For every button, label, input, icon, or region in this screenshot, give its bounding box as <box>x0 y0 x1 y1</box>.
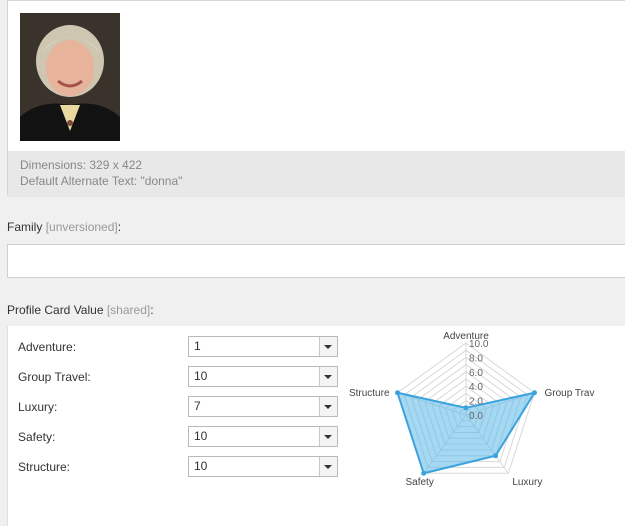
family-label-colon: : <box>117 220 122 234</box>
profile-photo[interactable] <box>20 13 120 141</box>
group-travel-value: 10 <box>194 369 208 383</box>
radar-category-label: Adventure <box>443 331 489 342</box>
profile-card-panel: Adventure: 1 Group Travel: 10 Luxury: 7 … <box>7 326 625 526</box>
radar-scale-label: 2.0 <box>469 397 483 408</box>
safety-label: Safety: <box>18 430 56 444</box>
family-unversioned-note: [unversioned] <box>45 220 118 234</box>
structure-label: Structure: <box>18 460 71 474</box>
group-travel-label: Group Travel: <box>18 370 91 384</box>
structure-select[interactable]: 10 <box>188 456 338 477</box>
radar-data-point <box>463 405 469 411</box>
safety-select[interactable]: 10 <box>188 426 338 447</box>
image-preview-panel: Dimensions: 329 x 422 Default Alternate … <box>7 0 625 197</box>
radar-data-point <box>493 453 499 459</box>
radar-data-point <box>531 390 537 396</box>
family-label-text: Family <box>7 220 43 234</box>
family-input[interactable] <box>7 244 625 278</box>
adventure-value: 1 <box>194 339 201 353</box>
radar-category-label: Structure <box>349 388 390 399</box>
radar-scale-label: 0.0 <box>469 411 483 422</box>
image-dimensions: Dimensions: 329 x 422 <box>20 158 143 172</box>
family-field-label: Family [unversioned]: <box>7 220 121 234</box>
radar-scale-label: 4.0 <box>469 382 483 393</box>
chevron-down-icon[interactable] <box>319 427 337 446</box>
adventure-select[interactable]: 1 <box>188 336 338 357</box>
luxury-value: 7 <box>194 399 201 413</box>
safety-value: 10 <box>194 429 208 443</box>
radar-scale-label: 8.0 <box>469 353 483 364</box>
profile-label-colon: : <box>150 303 154 317</box>
chevron-down-icon[interactable] <box>319 397 337 416</box>
group-travel-select[interactable]: 10 <box>188 366 338 387</box>
structure-value: 10 <box>194 459 208 473</box>
profile-shared-note: [shared] <box>106 303 151 317</box>
chevron-down-icon[interactable] <box>319 337 337 356</box>
adventure-label: Adventure: <box>18 340 77 354</box>
image-alt-text: Default Alternate Text: "donna" <box>20 174 183 188</box>
luxury-select[interactable]: 7 <box>188 396 338 417</box>
radar-category-label: Group Trav <box>544 388 594 399</box>
profile-label-text: Profile Card Value <box>7 303 104 317</box>
chevron-down-icon[interactable] <box>319 367 337 386</box>
profile-card-value-label: Profile Card Value [shared]: <box>7 303 154 317</box>
chevron-down-icon[interactable] <box>319 457 337 476</box>
radar-category-label: Luxury <box>512 477 542 488</box>
luxury-label: Luxury: <box>18 400 58 414</box>
radar-scale-label: 6.0 <box>469 368 483 379</box>
image-metadata: Dimensions: 329 x 422 Default Alternate … <box>8 151 625 197</box>
radar-data-point <box>395 390 401 396</box>
radar-category-label: Safety <box>405 477 433 488</box>
radar-chart: 10.08.06.04.02.00.0AdventureGroup TravLu… <box>349 331 595 488</box>
radar-data-point <box>421 470 427 476</box>
